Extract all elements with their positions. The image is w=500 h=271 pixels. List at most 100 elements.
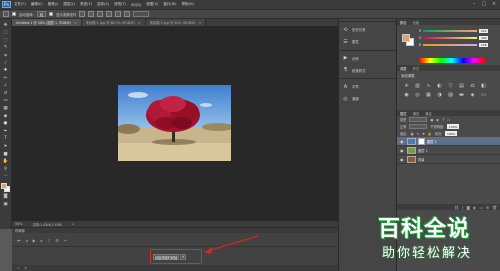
audio-icon[interactable]: ♪ [48, 238, 51, 243]
zoom-icon[interactable]: ⚲ [2, 166, 9, 172]
black-white-icon[interactable]: ◧ [480, 82, 487, 89]
shape-icon[interactable]: ■ [2, 151, 9, 157]
eyedropper-icon[interactable]: ⁄ [2, 60, 9, 66]
dodge-icon[interactable]: ● [2, 121, 9, 127]
opacity-input[interactable]: 100% [447, 124, 460, 129]
menu-select[interactable]: 选择(S) [97, 2, 109, 7]
tab-swatches[interactable]: 色板 [413, 20, 420, 25]
zoom-level[interactable]: 50% [15, 222, 22, 226]
menu-edit[interactable]: 编辑(E) [31, 2, 43, 7]
brightness-icon[interactable]: ☀ [403, 82, 410, 89]
pen-icon[interactable]: ✒ [2, 128, 9, 134]
align-middle-icon[interactable] [88, 11, 95, 17]
dock-item-paragraph[interactable]: ¶ 段落样式 [339, 64, 396, 76]
layer-name[interactable]: 图层 1 [418, 148, 428, 153]
blur-icon[interactable]: ◆ [2, 113, 9, 119]
align-bottom-icon[interactable] [97, 11, 104, 17]
healing-icon[interactable]: ✚ [2, 67, 9, 73]
auto-select-checkbox[interactable] [12, 12, 16, 16]
color-lookup-icon[interactable]: ▦ [425, 91, 432, 98]
render-icon[interactable]: ↳ [17, 266, 20, 270]
color-swatches[interactable] [1, 183, 10, 193]
next-frame-icon[interactable]: ▸ [41, 238, 43, 243]
status-menu-arrow-icon[interactable]: ▸ [73, 222, 75, 226]
tab-document-2[interactable]: 未标题-1.jpg @ 66.7% (RGB/8) × [81, 19, 146, 26]
blue-slider[interactable] [423, 43, 478, 47]
close-tab-icon[interactable]: × [138, 21, 141, 25]
blend-mode-dropdown[interactable] [409, 124, 428, 129]
history-brush-icon[interactable]: ↺ [2, 90, 9, 96]
gradient-map-icon[interactable]: ▭ [480, 91, 487, 98]
dock-item-actions[interactable]: ▶ 动作 [339, 52, 396, 64]
move-tool-icon[interactable] [3, 11, 9, 17]
exposure-icon[interactable]: ◐ [436, 82, 443, 89]
close-tab-icon[interactable]: × [198, 21, 201, 25]
eraser-icon[interactable]: ▭ [2, 98, 9, 104]
minimize-icon[interactable]: – [471, 1, 477, 7]
quick-mask-icon[interactable]: ◙ [2, 193, 9, 199]
settings-icon[interactable]: ⚙ [55, 238, 59, 243]
kind-filter-select[interactable] [409, 117, 428, 122]
filter-pixel-icon[interactable]: ▣ [430, 118, 433, 122]
prev-frame-icon[interactable]: ◂ [26, 238, 28, 243]
curves-icon[interactable]: ∿ [425, 82, 432, 89]
menu-help[interactable]: 帮助(H) [182, 2, 194, 7]
brush-icon[interactable]: ✏ [2, 75, 9, 81]
close-tab-icon[interactable]: × [74, 21, 77, 25]
layer-row[interactable]: ◉ 图层 2 [397, 137, 500, 146]
align-left-icon[interactable] [106, 11, 113, 17]
red-value[interactable]: 220 [479, 29, 489, 33]
photo-filter-icon[interactable]: ◉ [403, 91, 410, 98]
layer-name[interactable]: 背景 [418, 157, 425, 162]
lasso-icon[interactable]: ◌ [2, 37, 9, 43]
add-mask-icon[interactable]: ◙ [466, 205, 470, 210]
menu-image[interactable]: 图像(I) [48, 2, 59, 7]
menu-type[interactable]: 类型(Y) [80, 2, 92, 7]
align-right-icon[interactable] [124, 11, 131, 17]
menu-view[interactable]: 视图(V) [146, 2, 158, 7]
threshold-icon[interactable]: ▬ [458, 91, 465, 98]
color-balance-icon[interactable]: ⚖ [469, 82, 476, 89]
fx-icon[interactable]: ƒ [462, 205, 463, 210]
screen-mode-icon[interactable]: ▣ [2, 201, 9, 207]
quick-select-icon[interactable]: ✎ [2, 45, 9, 51]
first-frame-icon[interactable]: ⏮ [17, 238, 21, 243]
align-center-icon[interactable] [115, 11, 122, 17]
posterize-icon[interactable]: ▨ [447, 91, 454, 98]
tab-document-1[interactable]: Untitled-1 @ 50% (图层 1, RGB/8) × [12, 19, 82, 26]
show-transform-checkbox[interactable] [49, 12, 54, 16]
marquee-icon[interactable]: ⬚ [2, 30, 9, 36]
align-top-icon[interactable] [79, 11, 86, 17]
tab-document-3[interactable]: 未标题-2.jpg @ 50% (RGB/8) × [145, 19, 207, 26]
visibility-eye-icon[interactable]: ◉ [400, 157, 405, 162]
more-tools-icon[interactable]: ⋯ [2, 174, 9, 180]
tab-styles[interactable]: 样式 [413, 66, 420, 71]
link-layers-icon[interactable]: ⛓ [454, 205, 459, 210]
fill-input[interactable]: 100% [445, 131, 458, 136]
visibility-eye-icon[interactable]: ◉ [400, 148, 405, 153]
green-slider[interactable] [423, 36, 478, 40]
filter-type-icon[interactable]: T [442, 118, 444, 122]
layer-name[interactable]: 图层 2 [427, 139, 437, 144]
new-group-icon[interactable]: ▭ [479, 205, 483, 210]
menu-layer[interactable]: 图层(L) [63, 2, 75, 7]
invert-icon[interactable]: ◑ [436, 91, 443, 98]
stamp-icon[interactable]: ⊥ [2, 83, 9, 89]
kind-filter-label[interactable]: 类型 [400, 117, 406, 122]
foreground-color-swatch[interactable] [1, 183, 7, 190]
dock-item-character[interactable]: A 字符 [339, 81, 396, 93]
type-icon[interactable]: T [2, 136, 9, 142]
distribute-select[interactable] [133, 11, 150, 17]
new-adjustment-icon[interactable]: ◐ [473, 205, 476, 210]
menu-window[interactable]: 窗口(W) [163, 2, 176, 7]
tab-paths[interactable]: 路径 [425, 111, 432, 116]
canvas-area[interactable] [12, 26, 338, 221]
tab-channels[interactable]: 通道 [413, 111, 420, 116]
blend-mode-select[interactable]: 正常 [400, 124, 406, 129]
green-value[interactable]: 162 [479, 36, 489, 40]
document-image[interactable] [118, 85, 231, 161]
lock-transparency-icon[interactable]: ▦ [410, 132, 413, 136]
hand-icon[interactable]: ✋ [2, 158, 9, 164]
delete-layer-icon[interactable]: 🗑 [492, 205, 497, 210]
foreground-color-preview[interactable] [402, 34, 410, 42]
